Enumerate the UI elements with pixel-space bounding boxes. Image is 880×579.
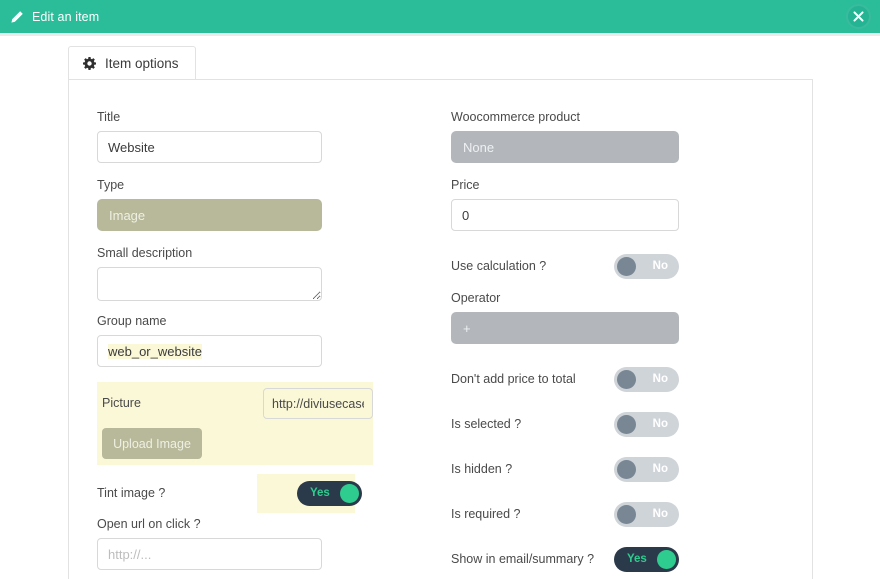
woocommerce-product-select[interactable]: None — [451, 131, 679, 163]
show-in-email-label: Show in email/summary ? — [451, 552, 595, 566]
tint-image-label: Tint image ? — [97, 486, 166, 500]
open-url-input[interactable] — [97, 538, 322, 570]
field-price: Price — [451, 178, 751, 231]
tab-item-options[interactable]: Item options — [68, 46, 196, 80]
price-label: Price — [451, 178, 480, 192]
is-required-state: No — [652, 507, 668, 520]
tint-image-state: Yes — [310, 486, 330, 499]
use-calculation-label: Use calculation ? — [451, 259, 547, 273]
field-operator: Operator + — [451, 291, 751, 344]
show-in-email-toggle[interactable]: Yes — [614, 546, 679, 572]
tab-label: Item options — [105, 56, 179, 71]
toggle-knob — [657, 549, 676, 569]
is-hidden-toggle[interactable]: No — [614, 456, 679, 482]
is-required-label: Is required ? — [451, 507, 521, 521]
open-url-label: Open url on click ? — [97, 517, 201, 531]
field-title: Title — [97, 110, 397, 163]
is-selected-toggle[interactable]: No — [614, 411, 679, 437]
field-tint-image: Tint image ? Yes — [97, 480, 397, 506]
field-open-url-on-click: Open url on click ? — [97, 517, 397, 570]
group-name-value: web_or_website — [108, 343, 202, 359]
small-description-textarea[interactable] — [97, 267, 322, 301]
toggle-knob — [617, 504, 636, 524]
is-required-toggle[interactable]: No — [614, 501, 679, 527]
close-icon — [853, 11, 864, 22]
price-input[interactable] — [451, 199, 679, 231]
small-description-label: Small description — [97, 246, 193, 260]
field-small-description: Small description — [97, 246, 397, 306]
field-group-name: Group name web_or_website — [97, 314, 397, 367]
gear-icon — [83, 57, 96, 70]
operator-select[interactable]: + — [451, 312, 679, 344]
pencil-icon — [10, 10, 24, 24]
titlebar-title-group: Edit an item — [10, 10, 99, 24]
type-select-value: Image — [109, 207, 146, 223]
group-name-label: Group name — [97, 314, 167, 328]
field-woocommerce-product: Woocommerce product None — [451, 110, 751, 163]
woocommerce-product-label: Woocommerce product — [451, 110, 580, 124]
item-options-panel: Title Type Image Small description Group… — [68, 79, 813, 579]
dont-add-price-label: Don't add price to total — [451, 372, 576, 386]
titlebar-underline — [0, 33, 880, 36]
tint-image-toggle[interactable]: Yes — [297, 480, 362, 506]
is-selected-label: Is selected ? — [451, 417, 522, 431]
dont-add-price-state: No — [652, 372, 668, 385]
is-hidden-state: No — [652, 462, 668, 475]
toggle-knob — [617, 414, 636, 434]
field-is-hidden: Is hidden ? No — [451, 456, 679, 482]
use-calculation-toggle[interactable]: No — [614, 253, 679, 279]
is-selected-state: No — [652, 417, 668, 430]
field-is-required: Is required ? No — [451, 501, 679, 527]
dont-add-price-toggle[interactable]: No — [614, 366, 679, 392]
tab-bar: Item options — [68, 46, 814, 80]
toggle-knob — [617, 369, 636, 389]
picture-url-input[interactable] — [263, 388, 373, 419]
use-calculation-state: No — [652, 259, 668, 272]
close-button[interactable] — [846, 4, 871, 29]
field-dont-add-price: Don't add price to total No — [451, 366, 679, 392]
operator-value: + — [463, 320, 471, 336]
type-label: Type — [97, 178, 125, 192]
field-is-selected: Is selected ? No — [451, 411, 679, 437]
field-use-calculation: Use calculation ? No — [451, 253, 679, 279]
window-title: Edit an item — [32, 9, 100, 24]
group-name-input[interactable]: web_or_website — [97, 335, 322, 367]
type-select[interactable]: Image — [97, 199, 322, 231]
woocommerce-product-value: None — [463, 139, 495, 155]
toggle-knob — [340, 483, 359, 503]
show-in-email-state: Yes — [627, 552, 647, 565]
toggle-knob — [617, 459, 636, 479]
toggle-knob — [617, 256, 636, 276]
window-titlebar: Edit an item — [0, 0, 880, 33]
title-input[interactable] — [97, 131, 322, 163]
operator-label: Operator — [451, 291, 501, 305]
upload-image-button[interactable]: Upload Image — [102, 428, 202, 459]
title-label: Title — [97, 110, 121, 124]
field-type: Type Image — [97, 178, 397, 231]
picture-block: Picture Upload Image — [97, 382, 373, 465]
field-show-in-email: Show in email/summary ? Yes — [451, 546, 679, 572]
picture-label: Picture — [102, 396, 141, 410]
is-hidden-label: Is hidden ? — [451, 462, 513, 476]
